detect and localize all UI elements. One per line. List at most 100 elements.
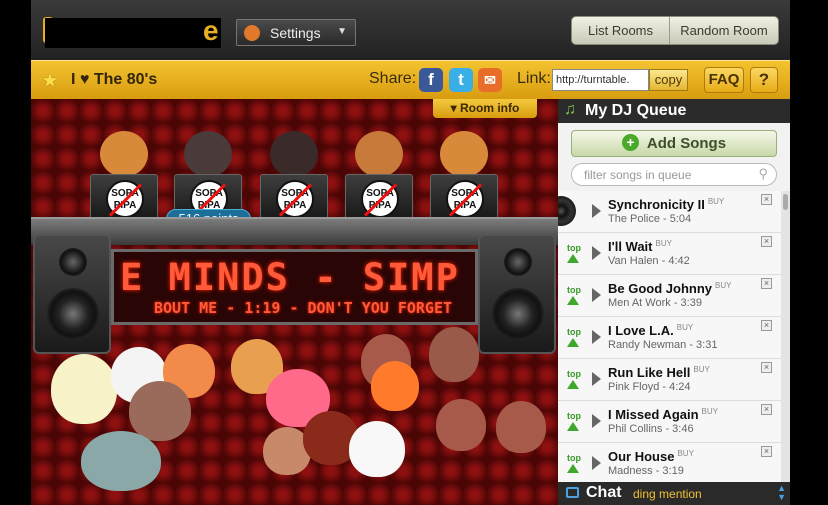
music-note-icon: ♫ [564,101,576,118]
plus-icon: + [621,134,639,151]
add-songs-button[interactable]: + Add Songs [571,130,777,157]
dj-spot-1[interactable]: SOPA PIPA [89,119,159,222]
song-artist: Pink Floyd - 4:24 [608,381,691,393]
dj-spot-2[interactable]: SOPA PIPA [173,119,243,222]
chat-bubble-icon [566,487,579,498]
expand-chat-icon[interactable]: ▲ ▼ [777,484,786,502]
dj-spot-3[interactable]: SOPA PIPA [259,119,329,222]
now-playing-marquee: E MINDS - SIMP BOUT ME - 1:19 - DON'T YO… [111,249,478,325]
settings-dropdown[interactable]: Settings ▼ [236,19,356,46]
audience-avatar[interactable] [349,421,405,477]
play-preview-icon[interactable] [592,288,601,302]
move-to-top-label[interactable]: top [567,453,581,463]
play-preview-icon[interactable] [592,414,601,428]
dj-avatar [270,131,318,177]
buy-link[interactable]: BUY [702,407,718,416]
move-up-icon[interactable] [567,380,579,389]
sopa-sticker: SOPA PIPA [276,180,314,218]
dj-queue-panel: ♫ My DJ Queue + Add Songs filter songs in… [558,99,790,505]
remove-song-icon[interactable]: × [761,236,772,247]
move-up-icon[interactable] [567,338,579,347]
song-artist: The Police - 5:04 [608,213,692,225]
play-preview-icon[interactable] [592,456,601,470]
queue-song-row[interactable]: top Be Good Johnny BUY Men At Work - 3:39… [558,275,781,317]
play-preview-icon[interactable] [592,330,601,344]
audience-avatar[interactable] [429,327,479,382]
copy-link-button[interactable]: copy [649,69,688,91]
dj-spot-4[interactable]: SOPA PIPA [344,119,414,222]
filter-songs-input[interactable]: filter songs in queue ⚲ [571,163,777,186]
move-up-icon[interactable] [567,296,579,305]
logo[interactable]: e [203,15,219,47]
song-artist: Men At Work - 3:39 [608,297,702,309]
remove-song-icon[interactable]: × [761,362,772,373]
song-title: Synchronicity II BUY [608,197,725,212]
play-preview-icon[interactable] [592,372,601,386]
chat-bar[interactable]: Chat ding mention ▲ ▼ [558,482,790,505]
audience-avatar[interactable] [496,401,546,453]
queue-song-row[interactable]: top I Missed Again BUY Phil Collins - 3:4… [558,401,781,443]
move-up-icon[interactable] [567,254,579,263]
buy-link[interactable]: BUY [656,239,672,248]
move-to-top-label[interactable]: top [567,411,581,421]
link-label: Link: [517,70,551,87]
remove-song-icon[interactable]: × [761,404,772,415]
random-room-button[interactable]: Random Room [670,17,778,44]
faq-button[interactable]: FAQ [704,67,744,93]
move-to-top-label[interactable]: top [567,243,581,253]
remove-song-icon[interactable]: × [761,278,772,289]
sopa-sticker: SOPA PIPA [446,180,484,218]
song-list: Synchronicity II BUY The Police - 5:04 × … [558,191,781,482]
song-artist: Randy Newman - 3:31 [608,339,718,351]
buy-link[interactable]: BUY [677,449,693,458]
play-preview-icon[interactable] [592,204,601,218]
facebook-share-icon[interactable]: f [419,68,443,92]
buy-link[interactable]: BUY [693,365,709,374]
song-artist: Phil Collins - 3:46 [608,423,694,435]
email-share-icon[interactable]: ✉ [478,68,502,92]
dj-laptop: SOPA PIPA [430,174,498,222]
queue-song-row[interactable]: Synchronicity II BUY The Police - 5:04 × [558,191,781,233]
move-to-top-label[interactable]: top [567,369,581,379]
queue-song-row[interactable]: top Our House BUY Madness - 3:19 × [558,443,781,482]
right-speaker [478,234,556,354]
audience-avatar[interactable] [51,354,117,424]
song-title: I'll Wait BUY [608,239,672,254]
remove-song-icon[interactable]: × [761,320,772,331]
marquee-song-text: E MINDS - SIMP [120,256,460,299]
room-nav-buttons: List Rooms Random Room [571,16,779,45]
move-to-top-label[interactable]: top [567,327,581,337]
room-stage: ▾ Room info SOPA PIPA SOPA PIPA SOPA PIP… [31,99,558,505]
buy-link[interactable]: BUY [677,323,693,332]
queue-song-row[interactable]: top I Love L.A. BUY Randy Newman - 3:31 × [558,317,781,359]
scrollbar-thumb[interactable] [783,194,788,210]
move-to-top-label[interactable]: top [567,285,581,295]
queue-song-row[interactable]: top I'll Wait BUY Van Halen - 4:42 × [558,233,781,275]
buy-link[interactable]: BUY [708,197,724,206]
move-up-icon[interactable] [567,422,579,431]
play-preview-icon[interactable] [592,246,601,260]
room-link-field[interactable]: http://turntable. [552,69,649,91]
dj-avatar [184,131,232,177]
move-up-icon[interactable] [567,464,579,473]
audience-avatar[interactable] [436,399,486,451]
favorite-star-icon[interactable]: ★ [41,68,59,93]
song-title: Our House BUY [608,449,694,464]
ding-mention-toggle[interactable]: ding mention [633,487,702,501]
list-rooms-button[interactable]: List Rooms [572,17,670,44]
remove-song-icon[interactable]: × [761,446,772,457]
dj-spot-5[interactable]: SOPA PIPA [429,119,499,222]
add-songs-label: Add Songs [646,135,727,152]
audience-avatar[interactable] [371,361,419,411]
room-info-toggle[interactable]: ▾ Room info [433,99,537,118]
queue-scrollbar[interactable] [781,191,790,482]
twitter-share-icon[interactable]: t [449,68,473,92]
buy-link[interactable]: BUY [715,281,731,290]
queue-song-row[interactable]: top Run Like Hell BUY Pink Floyd - 4:24 × [558,359,781,401]
audience-avatar[interactable] [129,381,191,441]
help-button[interactable]: ? [750,67,778,93]
remove-song-icon[interactable]: × [761,194,772,205]
audience-avatar[interactable] [81,431,161,491]
share-label: Share: [369,70,417,87]
queue-header: ♫ My DJ Queue [558,99,790,123]
